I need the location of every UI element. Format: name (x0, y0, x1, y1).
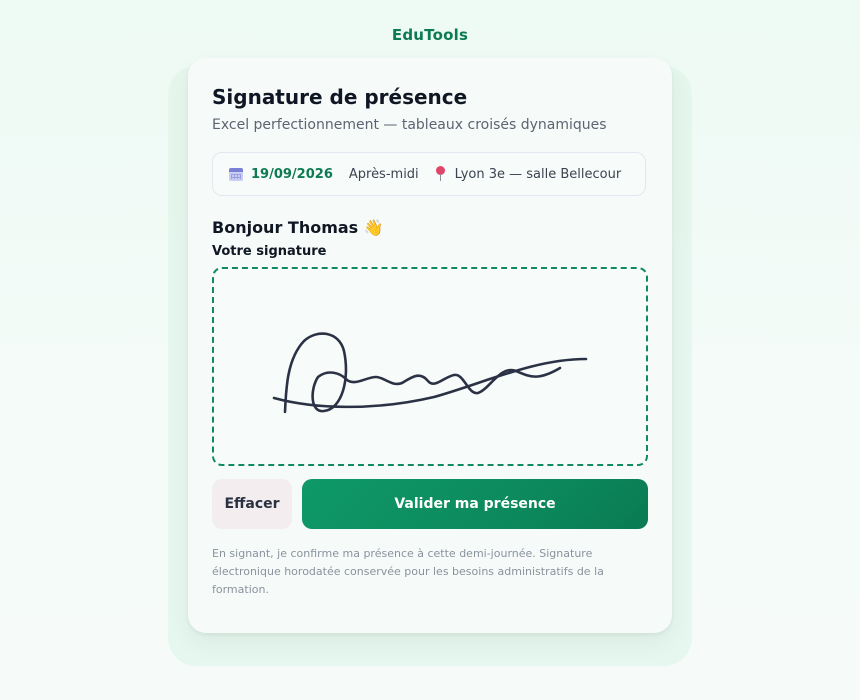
page-title: Signature de présence (212, 85, 468, 109)
session-date: 19/09/2026 (251, 166, 333, 182)
session-info-bar: 19/09/2026 Après-midi Lyon 3e — salle Be… (212, 152, 646, 196)
session-period: Après-midi (348, 166, 419, 182)
attendance-card: Signature de présence Excel perfectionne… (188, 58, 672, 633)
course-subtitle: Excel perfectionnement — tableaux croisé… (212, 117, 607, 133)
clear-signature-button[interactable]: Effacer (212, 479, 292, 529)
signature-label: Votre signature (212, 244, 327, 259)
brand-logo: EduTools (391, 26, 469, 44)
waving-hand-icon: 👋 (363, 218, 384, 237)
pin-icon (435, 166, 447, 182)
greeting: Bonjour Thomas 👋 (212, 218, 384, 237)
signature-drawing (272, 332, 588, 414)
calendar-icon (229, 167, 243, 181)
greeting-text: Bonjour Thomas (212, 218, 359, 237)
signature-pad[interactable] (212, 267, 648, 466)
legal-notice: En signant, je confirme ma présence à ce… (212, 547, 604, 596)
validate-attendance-button[interactable]: Valider ma présence (302, 479, 648, 529)
session-location: Lyon 3e — salle Bellecour (454, 166, 622, 182)
